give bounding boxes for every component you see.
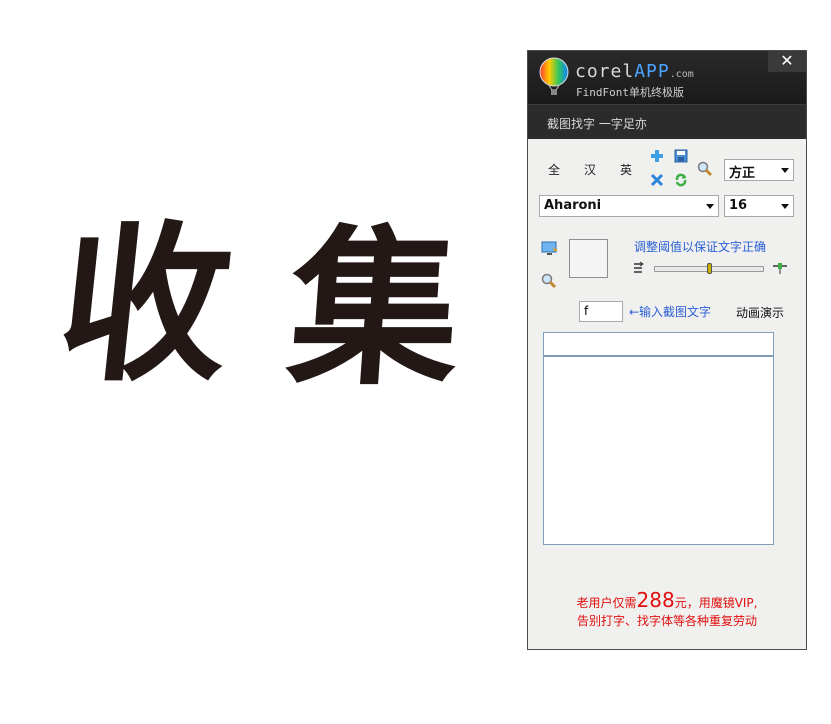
chevron-down-icon <box>781 204 789 209</box>
sample-char-1: 收 <box>49 205 241 405</box>
findfont-window: corelAPP.com FindFont单机终极版 ✕ 截图找字 一字足亦 全… <box>527 50 807 650</box>
font-size-value: 16 <box>729 198 748 213</box>
demo-link[interactable]: 动画演示 <box>736 304 784 321</box>
threshold-slider-thumb[interactable] <box>707 263 712 274</box>
capture-preview <box>569 239 608 278</box>
threshold-high-icon[interactable] <box>772 261 788 275</box>
logo-main: corel <box>575 61 635 82</box>
app-subtitle: FindFont单机终极版 <box>576 86 684 99</box>
zoom-icon[interactable] <box>541 273 557 289</box>
font-category-select[interactable]: 方正 <box>724 159 794 181</box>
sample-char-2: 集 <box>282 209 467 409</box>
delete-icon[interactable] <box>650 173 664 187</box>
font-name-value: Aharoni <box>544 198 602 213</box>
threshold-low-icon[interactable] <box>632 261 644 275</box>
balloon-logo-icon <box>539 57 569 95</box>
promo-line-1: 老用户仅需288元，用魔镜VIP, <box>528 588 806 612</box>
lang-all-button[interactable]: 全 <box>548 161 560 178</box>
threshold-hint: 调整阈值以保证文字正确 <box>634 240 767 254</box>
add-icon[interactable] <box>650 149 664 163</box>
logo-com: .com <box>669 69 694 80</box>
promo-line-2: 告别打字、找字体等各种重复劳动 <box>576 614 757 628</box>
promo-suffix: 元，用魔镜VIP, <box>674 596 758 610</box>
lang-han-button[interactable]: 汉 <box>584 161 596 178</box>
capture-text-input[interactable]: f <box>579 301 623 322</box>
close-button[interactable]: ✕ <box>768 51 806 72</box>
promo-price: 288 <box>636 588 675 612</box>
promo-prefix: 老用户仅需 <box>576 596 637 610</box>
font-size-select[interactable]: 16 <box>724 195 794 217</box>
promo-text[interactable]: 老用户仅需288元，用魔镜VIP, 告别打字、找字体等各种重复劳动 <box>528 588 806 630</box>
slogan-text: 截图找字 一字足亦 <box>547 117 647 131</box>
font-category-value: 方正 <box>729 166 756 181</box>
input-hint: ←输入截图文字 <box>629 305 712 319</box>
title-bar[interactable]: corelAPP.com FindFont单机终极版 ✕ <box>528 51 806 104</box>
search-icon[interactable] <box>697 161 713 177</box>
logo-app: APP <box>634 61 670 82</box>
result-list[interactable] <box>543 356 774 545</box>
chevron-down-icon <box>706 204 714 209</box>
lang-eng-button[interactable]: 英 <box>620 161 632 178</box>
screen-capture-icon[interactable] <box>541 241 559 257</box>
save-icon[interactable] <box>674 149 688 163</box>
result-input[interactable] <box>543 332 774 356</box>
chevron-down-icon <box>781 168 789 173</box>
app-logo-text: corelAPP.com <box>575 61 694 82</box>
refresh-icon[interactable] <box>674 173 688 187</box>
font-name-select[interactable]: Aharoni <box>539 195 719 217</box>
calligraphy-sample: 收 集 <box>49 200 480 410</box>
slogan-bar: 截图找字 一字足亦 <box>528 104 806 139</box>
